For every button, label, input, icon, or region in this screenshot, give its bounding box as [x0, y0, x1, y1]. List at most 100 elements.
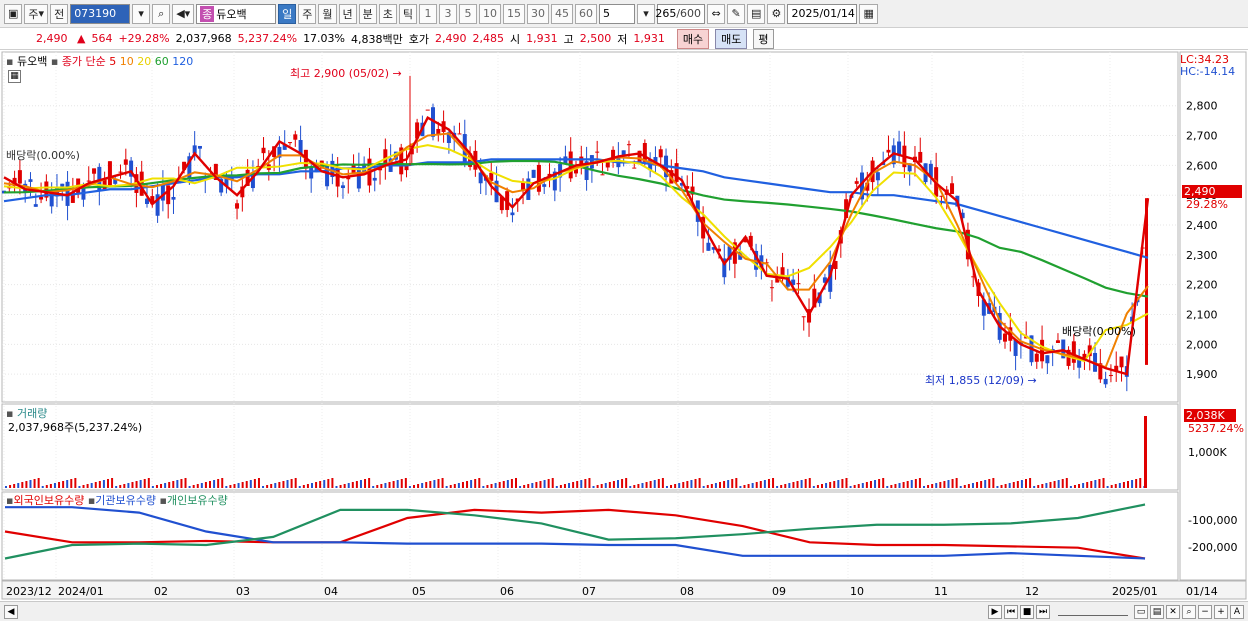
volume-bar: [551, 478, 554, 488]
zoom-out-icon[interactable]: −: [1198, 604, 1212, 619]
stock-name-field[interactable]: 종 듀오백: [196, 3, 277, 24]
search-icon[interactable]: ⌕: [152, 3, 171, 24]
volume-bar: [478, 478, 481, 488]
volume-bar: [1131, 480, 1134, 488]
zoom-icon[interactable]: ⇔: [707, 3, 726, 24]
x-tick-label: 2023/12: [6, 585, 52, 598]
calendar-icon[interactable]: ▦: [859, 3, 878, 24]
volume-bar: [245, 481, 248, 488]
period-select[interactable]: 주 ▾: [24, 3, 49, 24]
volume-bar: [898, 483, 901, 488]
window-menu-icon[interactable]: ▣: [4, 3, 23, 24]
chart-area[interactable]: 2,8002,7002,6002,5002,4002,3002,2002,100…: [0, 50, 1248, 601]
date-input[interactable]: 2025/01/14: [787, 3, 858, 24]
tab-second[interactable]: 초: [378, 3, 397, 24]
candle-body: [854, 181, 859, 184]
interval-5[interactable]: 5: [459, 3, 478, 24]
tab-day[interactable]: 일: [278, 3, 297, 24]
stop-icon[interactable]: ■: [1020, 604, 1034, 619]
volume-bar: [306, 484, 309, 488]
interval-15[interactable]: 15: [503, 3, 526, 24]
stock-code-input[interactable]: 073190: [70, 3, 131, 24]
interval-dropdown-icon[interactable]: ▾: [637, 3, 656, 24]
interval-30[interactable]: 30: [527, 3, 550, 24]
buy-button[interactable]: 매수: [676, 28, 710, 49]
volume-bar: [1041, 484, 1044, 488]
tab-minute[interactable]: 분: [358, 3, 377, 24]
holding-legend: ▪외국인보유수량 ▪기관보유수량 ▪개인보유수량: [6, 492, 228, 508]
volume-bar: [482, 486, 485, 488]
volume-bar: [1094, 480, 1097, 488]
last-page-icon[interactable]: ⏭: [1036, 604, 1050, 619]
sell-button[interactable]: 매도: [715, 28, 748, 49]
first-page-icon[interactable]: ⏮: [1004, 604, 1018, 619]
volume-bar: [17, 483, 20, 488]
volume-bar: [1057, 480, 1060, 488]
volume-rate: 5,237.24%: [237, 32, 298, 45]
font-size-icon[interactable]: A: [1230, 604, 1244, 619]
draw-tool-icon[interactable]: ✎: [727, 3, 746, 24]
candle-body: [1055, 340, 1060, 343]
eval-button[interactable]: 평: [753, 28, 774, 49]
zoom-slider[interactable]: [1058, 608, 1128, 616]
grid-table-icon[interactable]: ▦: [8, 70, 21, 83]
volume-bar: [278, 482, 281, 488]
compare-icon[interactable]: ▤: [1150, 604, 1164, 619]
volume-bar: [825, 483, 828, 488]
settings-gear-icon[interactable]: ⚙: [767, 3, 786, 24]
interval-3[interactable]: 3: [439, 3, 458, 24]
low-label: 저: [617, 32, 628, 46]
chart-svg[interactable]: 2,8002,7002,6002,5002,4002,3002,2002,100…: [0, 50, 1248, 601]
volume-bar: [629, 486, 632, 488]
volume-bar: [1090, 481, 1093, 488]
volume-bar: [719, 482, 721, 488]
volume-bar: [759, 481, 762, 488]
candle-body: [92, 168, 97, 174]
interval-45[interactable]: 45: [551, 3, 574, 24]
scroll-left-icon[interactable]: ◀: [4, 604, 18, 619]
tab-tick[interactable]: 틱: [398, 3, 418, 24]
view-count-input[interactable]: 265/600: [655, 3, 706, 24]
tab-year[interactable]: 년: [338, 3, 357, 24]
volume-bar: [1037, 485, 1040, 488]
candle-body: [875, 172, 880, 181]
volume-bar: [311, 483, 313, 488]
scroll-right-icon[interactable]: ▶: [988, 604, 1002, 619]
layout-icon[interactable]: ▭: [1134, 604, 1148, 619]
code-dropdown-icon[interactable]: ▾: [132, 3, 151, 24]
candle-body: [531, 169, 536, 178]
candle-body: [674, 163, 679, 182]
zoom-in-icon[interactable]: +: [1214, 604, 1228, 619]
volume-bar: [327, 479, 330, 488]
candle-body: [595, 151, 600, 153]
volume-bar: [780, 485, 783, 488]
volume-bar: [1008, 483, 1011, 488]
volume-bar: [637, 484, 640, 488]
price-panel[interactable]: [1, 51, 1179, 403]
interval-1[interactable]: 1: [419, 3, 438, 24]
candle-body: [1108, 375, 1113, 377]
save-icon[interactable]: ▤: [747, 3, 766, 24]
interval-60[interactable]: 60: [575, 3, 598, 24]
interval-10[interactable]: 10: [479, 3, 502, 24]
volume-tick-1000k: 1,000K: [1188, 446, 1227, 459]
high-label: 고: [563, 32, 574, 46]
prev-button[interactable]: 전: [50, 3, 69, 24]
tab-week[interactable]: 주: [298, 3, 317, 24]
volume-bar: [1086, 482, 1089, 488]
magnify-icon[interactable]: ⌕: [1182, 604, 1196, 619]
volume-panel[interactable]: [1, 403, 1179, 491]
tools-icon[interactable]: ✕: [1166, 604, 1180, 619]
change-rate: +29.28%: [118, 32, 170, 45]
dividend-annotation-left: 배당락(0.00%): [6, 149, 80, 162]
volume-bar: [1078, 484, 1081, 488]
candle-body: [372, 177, 377, 181]
candle-body: [510, 212, 515, 216]
tab-month[interactable]: 월: [318, 3, 337, 24]
interval-input[interactable]: 5: [599, 3, 636, 24]
speaker-icon[interactable]: ◀▾: [172, 3, 195, 24]
volume-bar: [368, 478, 371, 488]
candle-body: [658, 149, 663, 158]
volume-bar: [470, 480, 473, 488]
candle-body: [60, 183, 65, 187]
